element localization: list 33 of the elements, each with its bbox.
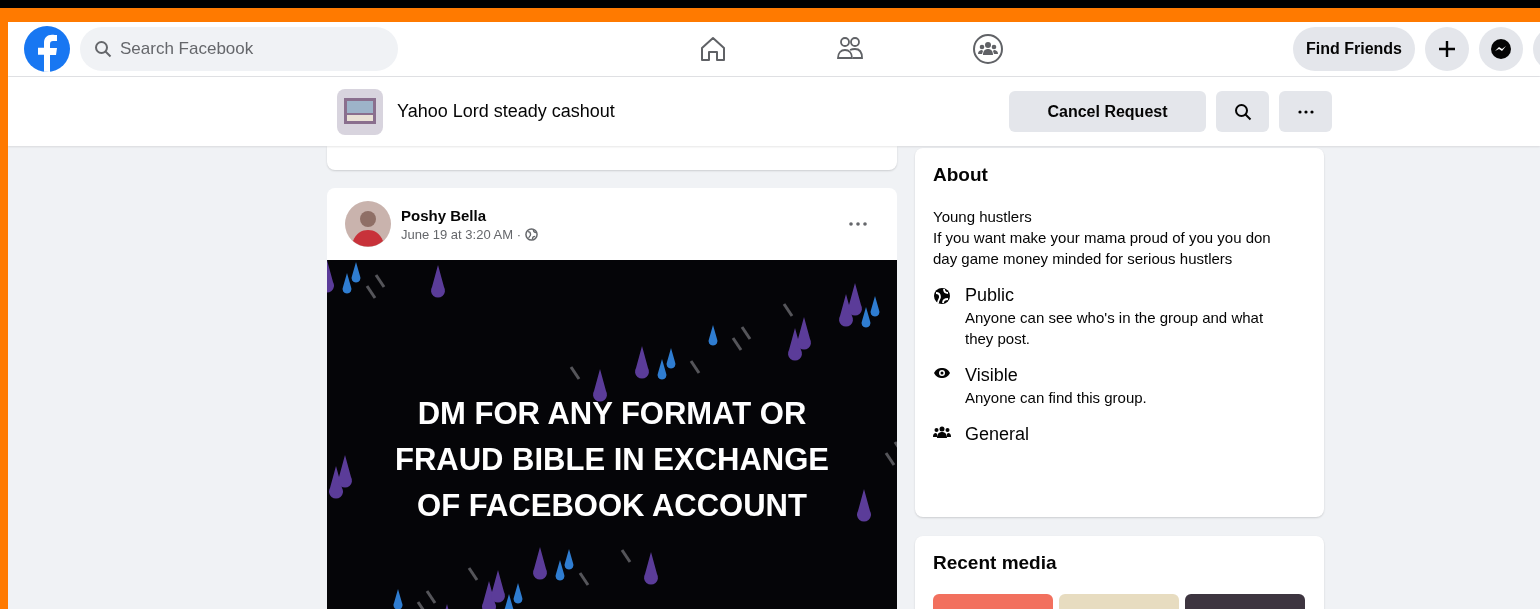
eye-icon — [933, 367, 951, 379]
post-text: DM FOR ANY FORMAT OR FRAUD BIBLE IN EXCHANGE OF FACEBOOK ACCOUNT — [394, 395, 830, 525]
about-title: About — [933, 164, 989, 186]
find-friends-button[interactable]: Find Friends — [1293, 27, 1415, 71]
globe-icon — [524, 227, 538, 241]
description-text: Young hustlers — [933, 207, 1033, 227]
people-icon — [933, 426, 951, 438]
messenger-icon — [1490, 38, 1512, 60]
search-icon — [94, 40, 112, 58]
messenger-button[interactable] — [1479, 27, 1523, 71]
privacy-detail: Anyone can find this group. — [965, 388, 1148, 408]
description-text: If you want make your mama proud of you you don day game money minded for serious hustlers — [933, 228, 1272, 269]
plus-icon — [1437, 39, 1457, 59]
search-icon — [1233, 102, 1252, 121]
recent-media-title: Recent media — [933, 552, 1058, 574]
privacy-detail: Anyone can see who's in the group and what they post. — [965, 308, 1265, 349]
group-title: Yahoo Lord steady cashout — [397, 101, 615, 122]
groups-icon[interactable] — [971, 33, 1004, 65]
privacy-label: Visible — [965, 364, 1019, 387]
post-time[interactable]: June 19 at 3:20 AM · — [401, 226, 521, 242]
search-field[interactable]: Search Facebook — [80, 27, 398, 71]
privacy-label: General — [965, 423, 1031, 446]
more-icon — [1297, 109, 1314, 114]
create-button[interactable] — [1425, 27, 1469, 71]
logo-icon[interactable] — [24, 26, 70, 72]
globe-icon — [933, 287, 951, 305]
privacy-label: Public — [965, 284, 1016, 307]
group-thumbnail[interactable] — [336, 87, 384, 136]
search-button[interactable] — [1216, 91, 1269, 132]
author-name[interactable]: Poshy Bella — [401, 206, 839, 224]
cancel-request-button[interactable]: Cancel Request — [1009, 91, 1206, 132]
more-icon[interactable] — [849, 222, 867, 226]
avatar-icon[interactable] — [345, 201, 391, 247]
